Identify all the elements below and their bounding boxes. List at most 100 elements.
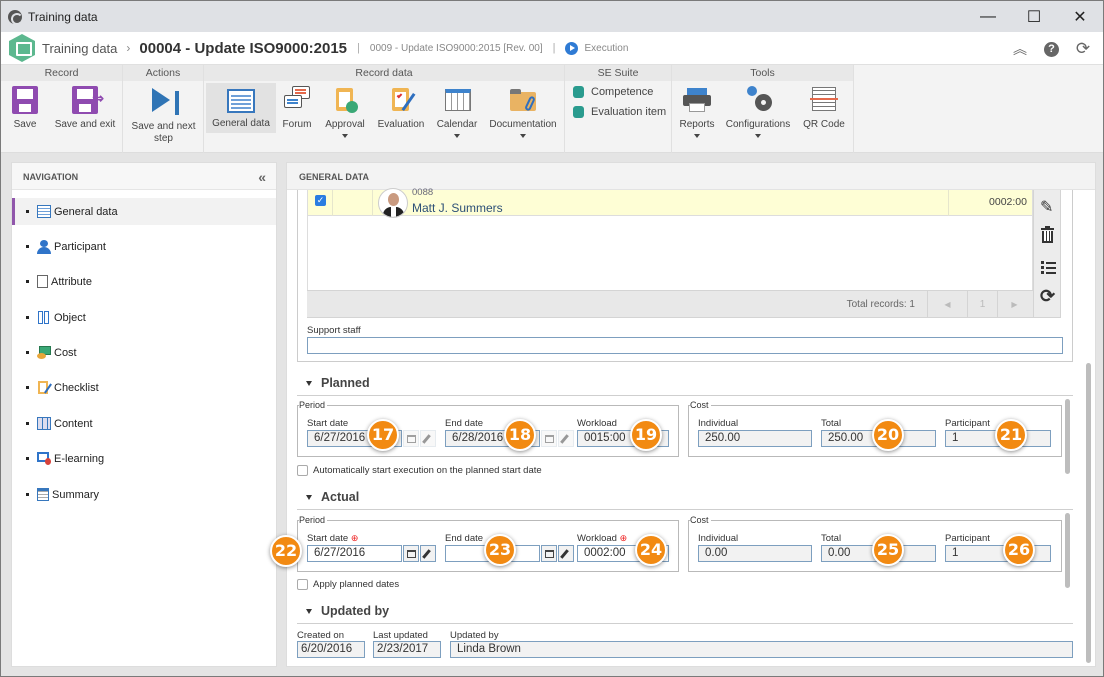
actual-participant-input[interactable]: 1 bbox=[945, 545, 1051, 562]
calendar-picker-button[interactable] bbox=[541, 545, 557, 562]
avatar bbox=[378, 188, 408, 218]
nav-item-checklist[interactable]: Checklist bbox=[12, 374, 276, 401]
nav-item-cost[interactable]: Cost bbox=[12, 339, 276, 366]
section-updated-by[interactable]: Updated by bbox=[297, 600, 1073, 624]
application-window: Training data — ☐ ✕ Training data › 0000… bbox=[0, 0, 1104, 677]
save-icon bbox=[12, 86, 38, 114]
callout-badge: 19 bbox=[630, 419, 662, 451]
help-icon[interactable]: ? bbox=[1044, 41, 1059, 57]
clear-date-button[interactable] bbox=[558, 430, 574, 447]
competence-button[interactable]: Competence bbox=[573, 86, 653, 98]
e-learning-icon bbox=[37, 452, 51, 465]
maximize-button[interactable]: ☐ bbox=[1011, 1, 1057, 32]
group-legend: Cost bbox=[690, 400, 711, 410]
row-checkbox[interactable]: ✓ bbox=[315, 195, 326, 206]
section-scrollbar[interactable] bbox=[1065, 513, 1070, 588]
updated-by-input[interactable]: Linda Brown bbox=[450, 641, 1073, 658]
planned-total-label: Total bbox=[821, 418, 842, 429]
main-scrollbar[interactable] bbox=[1086, 363, 1091, 663]
created-on-label: Created on bbox=[297, 630, 345, 641]
minimize-button[interactable]: — bbox=[965, 1, 1011, 32]
label-text: Start date bbox=[307, 533, 349, 544]
section-scrollbar[interactable] bbox=[1065, 399, 1070, 474]
configurations-button[interactable]: Configurations bbox=[723, 83, 793, 138]
grid-refresh-icon[interactable]: ⟳ bbox=[1040, 286, 1055, 307]
general-data-button[interactable]: General data bbox=[206, 83, 276, 133]
save-button[interactable]: Save bbox=[7, 83, 43, 131]
panel-header: GENERAL DATA bbox=[287, 163, 1095, 190]
page-number[interactable]: 1 bbox=[967, 291, 997, 318]
evaluation-item-button[interactable]: Evaluation item bbox=[573, 106, 666, 118]
created-on-input[interactable]: 6/20/2016 bbox=[297, 641, 365, 658]
nav-item-general-data[interactable]: General data bbox=[12, 198, 276, 225]
save-and-next-step-button[interactable]: Save and next step bbox=[126, 83, 201, 145]
broom-icon bbox=[560, 549, 569, 559]
callout-badge: 22 bbox=[270, 535, 302, 567]
save-label: Save bbox=[13, 119, 37, 130]
clear-date-button[interactable] bbox=[420, 545, 436, 562]
reports-button[interactable]: Reports bbox=[678, 83, 716, 138]
nav-label: Content bbox=[54, 417, 93, 430]
section-actual[interactable]: Actual bbox=[297, 486, 1073, 510]
dropdown-caret-icon bbox=[342, 134, 348, 138]
auto-start-checkbox[interactable] bbox=[297, 465, 308, 476]
collapse-up-icon[interactable]: ︽ bbox=[1012, 39, 1028, 59]
refresh-icon[interactable]: ⟳ bbox=[1075, 39, 1091, 59]
configurations-label: Configurations bbox=[725, 119, 791, 130]
nav-item-content[interactable]: Content bbox=[12, 410, 276, 437]
breadcrumb-root[interactable]: Training data bbox=[42, 41, 117, 56]
ribbon-group-record: Record Save ⇒ Save and exit bbox=[1, 65, 123, 153]
save-and-exit-button[interactable]: ⇒ Save and exit bbox=[51, 83, 119, 131]
apply-planned-dates-checkbox[interactable] bbox=[297, 579, 308, 590]
nav-item-e-learning[interactable]: E-learning bbox=[12, 445, 276, 472]
nav-item-participant[interactable]: Participant bbox=[12, 233, 276, 260]
qr-code-button[interactable]: QR Code bbox=[800, 83, 848, 131]
nav-item-summary[interactable]: Summary bbox=[12, 481, 276, 508]
support-staff-label: Support staff bbox=[307, 325, 361, 336]
nav-label: Summary bbox=[52, 488, 100, 501]
delete-icon[interactable] bbox=[1041, 226, 1054, 243]
actual-start-date-input[interactable]: 6/27/2016 bbox=[307, 545, 402, 562]
list-icon[interactable] bbox=[1041, 260, 1056, 274]
evaluation-button[interactable]: Evaluation bbox=[375, 83, 427, 131]
callout-badge: 24 bbox=[635, 534, 667, 566]
prev-page-button[interactable]: ◀ bbox=[927, 291, 967, 318]
clear-date-button[interactable] bbox=[420, 430, 436, 447]
dropdown-caret-icon bbox=[520, 134, 526, 138]
reports-label: Reports bbox=[679, 119, 715, 130]
collapse-panel-icon[interactable]: « bbox=[258, 169, 266, 185]
section-planned[interactable]: Planned bbox=[297, 372, 1073, 396]
nav-item-attribute[interactable]: Attribute bbox=[12, 268, 276, 295]
broom-icon bbox=[422, 549, 431, 559]
execution-status-icon bbox=[565, 41, 579, 55]
forum-label: Forum bbox=[282, 119, 312, 130]
participant-icon bbox=[37, 240, 51, 254]
planned-individual-input[interactable]: 250.00 bbox=[698, 430, 812, 447]
ribbon-group-se-suite: SE Suite Competence Evaluation item bbox=[565, 65, 672, 153]
calendar-button[interactable]: Calendar bbox=[433, 83, 481, 138]
bullet bbox=[26, 245, 29, 248]
next-page-button[interactable]: ▶ bbox=[997, 291, 1031, 318]
clear-date-button[interactable] bbox=[558, 545, 574, 562]
support-staff-input[interactable] bbox=[307, 337, 1063, 354]
approval-button[interactable]: Approval bbox=[322, 83, 368, 138]
bullet bbox=[26, 280, 29, 283]
close-button[interactable]: ✕ bbox=[1057, 1, 1103, 32]
table-row[interactable]: ✓ 0088 Matt J. Summers 0002:00 bbox=[308, 187, 1032, 218]
calendar-picker-button[interactable] bbox=[541, 430, 557, 447]
calendar-icon bbox=[442, 86, 472, 114]
actual-start-date-label: Start date ⊕ bbox=[307, 533, 358, 544]
actual-participant-label: Participant bbox=[945, 533, 990, 544]
calendar-picker-button[interactable] bbox=[403, 545, 419, 562]
edit-icon[interactable]: ✎ bbox=[1040, 197, 1053, 217]
calendar-picker-button[interactable] bbox=[403, 430, 419, 447]
approval-label: Approval bbox=[325, 119, 365, 130]
actual-individual-input[interactable]: 0.00 bbox=[698, 545, 812, 562]
nav-item-object[interactable]: Object bbox=[12, 304, 276, 331]
forum-button[interactable]: Forum bbox=[280, 83, 314, 131]
evaluation-label: Evaluation bbox=[377, 119, 425, 130]
training-data-icon bbox=[9, 34, 35, 62]
last-updated-input[interactable]: 2/23/2017 bbox=[373, 641, 441, 658]
documentation-button[interactable]: Documentation bbox=[487, 83, 559, 138]
participant-name: Matt J. Summers bbox=[412, 201, 503, 215]
